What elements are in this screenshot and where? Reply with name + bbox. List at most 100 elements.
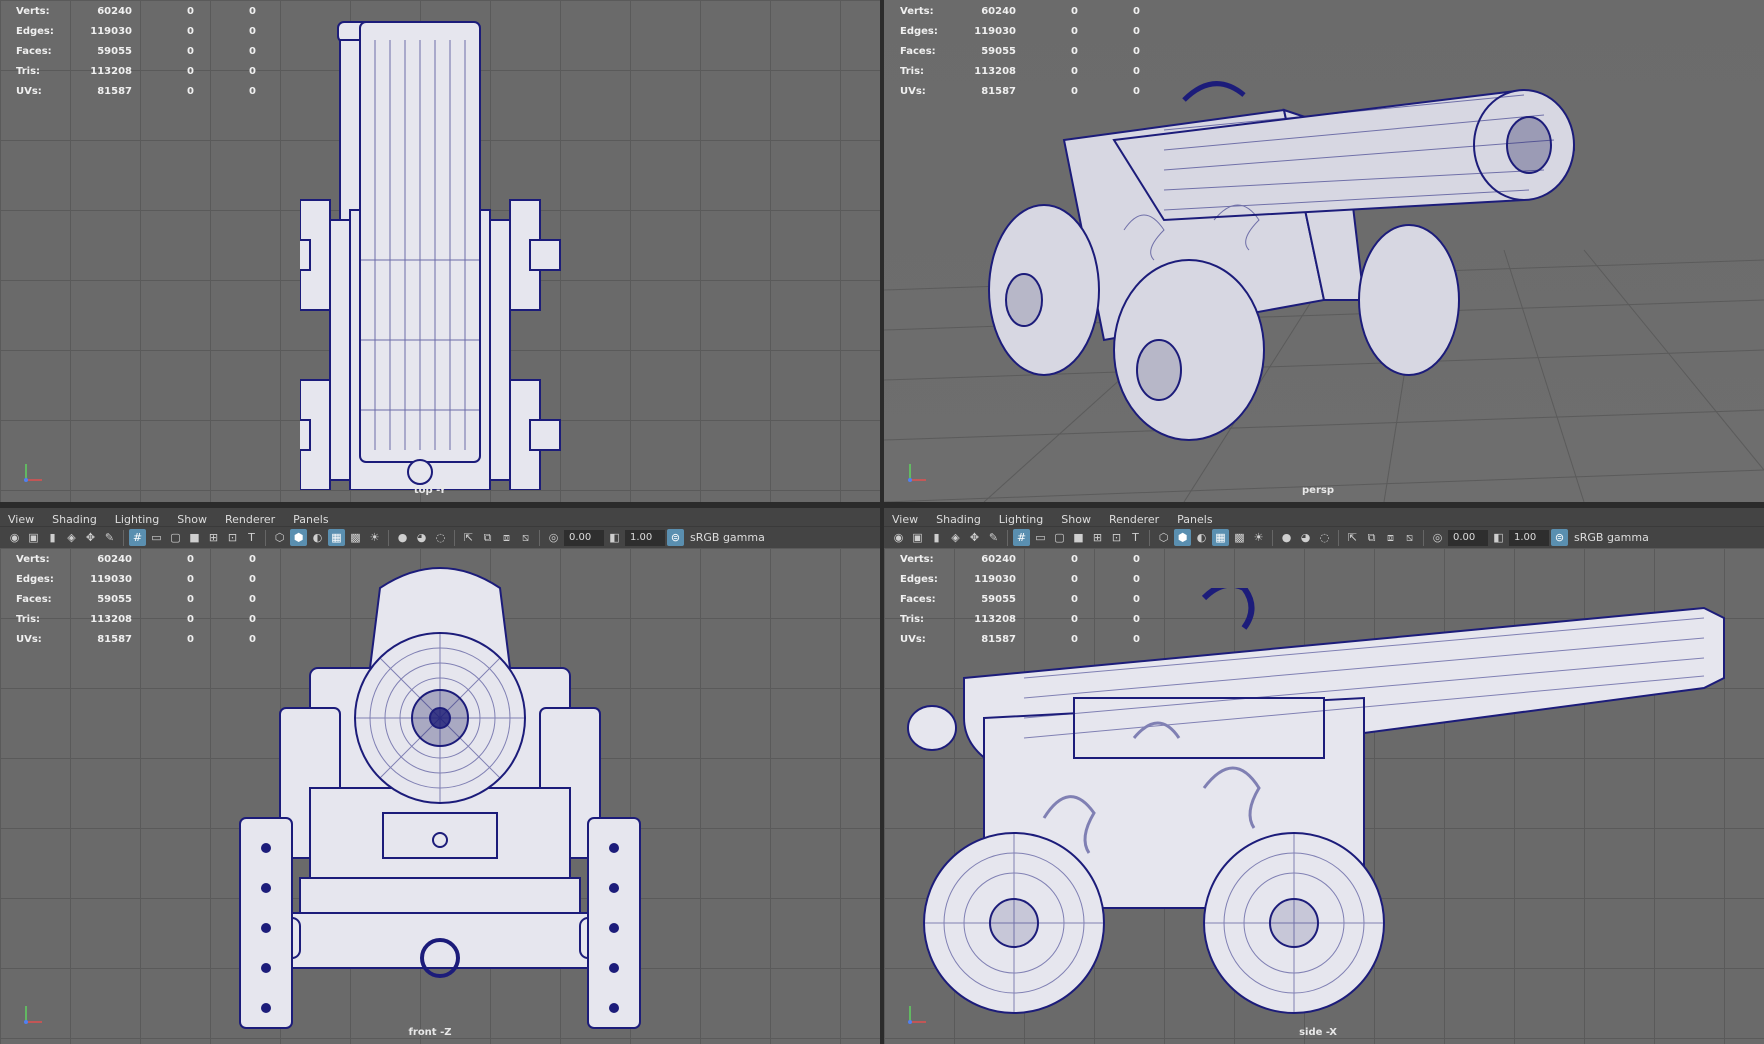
shadows-icon[interactable]: ● xyxy=(1278,529,1295,546)
ambient-occlusion-icon[interactable]: ◕ xyxy=(413,529,430,546)
menu-renderer[interactable]: Renderer xyxy=(1101,513,1169,526)
xray-icon[interactable]: ⧉ xyxy=(479,529,496,546)
viewport-top[interactable]: Verts: 60240 0 0 Edges: 119030 0 0 Faces: 59055… xyxy=(0,0,880,502)
field-chart-icon[interactable]: ⊞ xyxy=(1089,529,1106,546)
color-space-label[interactable]: sRGB gamma xyxy=(1574,531,1649,544)
menu-panels[interactable]: Panels xyxy=(1169,513,1222,526)
toolbar-separator xyxy=(539,529,540,546)
cannon-top-view[interactable] xyxy=(300,10,570,490)
camera-label: front -Z xyxy=(408,1027,452,1038)
viewport-side[interactable]: Verts: 60240 0 0 Edges: 119030 0 0 Faces: 59055… xyxy=(884,548,1764,1044)
shadows-icon[interactable]: ● xyxy=(394,529,411,546)
menu-lighting[interactable]: Lighting xyxy=(991,513,1053,526)
grid-icon[interactable]: # xyxy=(129,529,146,546)
camera-label: persp xyxy=(1302,485,1334,496)
xray-joints-icon[interactable]: ⧈ xyxy=(498,529,515,546)
ambient-occlusion-icon[interactable]: ◕ xyxy=(1297,529,1314,546)
poly-count-hud: Verts: 60240 0 0 Edges: 119030 0 0 Faces: 59055… xyxy=(16,554,256,645)
gate-mask-icon[interactable]: ■ xyxy=(1070,529,1087,546)
menu-shading[interactable]: Shading xyxy=(928,513,991,526)
film-gate-icon[interactable]: ▭ xyxy=(148,529,165,546)
toolbar-separator xyxy=(1149,529,1150,546)
bookmark-icon[interactable]: ▮ xyxy=(928,529,945,546)
cannon-persp-view[interactable] xyxy=(984,70,1624,470)
wireframe-icon[interactable]: ⬡ xyxy=(1155,529,1172,546)
camera-icon[interactable]: ◉ xyxy=(890,529,907,546)
menu-panels[interactable]: Panels xyxy=(285,513,338,526)
two-d-pan-icon[interactable]: ✥ xyxy=(966,529,983,546)
field-chart-icon[interactable]: ⊞ xyxy=(205,529,222,546)
menu-shading[interactable]: Shading xyxy=(44,513,107,526)
camera-label: top -Y xyxy=(413,485,447,496)
safe-action-icon[interactable]: ⊡ xyxy=(1108,529,1125,546)
motion-blur-icon[interactable]: ◌ xyxy=(432,529,449,546)
panel-toolbar: ◉ ▣ ▮ ◈ ✥ ✎ # ▭ ▢ ■ ⊞ ⊡ T ⬡ ⬢ ◐ ▦ ▩ ☀ ● … xyxy=(0,526,880,548)
pane-divider-horizontal[interactable] xyxy=(0,502,1764,508)
image-plane-icon[interactable]: ◈ xyxy=(63,529,80,546)
smooth-shade-icon[interactable]: ⬢ xyxy=(1174,529,1191,546)
panel-toolbar: ◉ ▣ ▮ ◈ ✥ ✎ # ▭ ▢ ■ ⊞ ⊡ T ⬡ ⬢ ◐ ▦ ▩ ☀ ● … xyxy=(884,526,1764,548)
default-material-icon[interactable]: ◐ xyxy=(309,529,326,546)
menu-lighting[interactable]: Lighting xyxy=(107,513,169,526)
resolution-gate-icon[interactable]: ▢ xyxy=(1051,529,1068,546)
isolate-select-icon[interactable]: ⇱ xyxy=(460,529,477,546)
camera-attributes-icon[interactable]: ▣ xyxy=(25,529,42,546)
grid-icon[interactable]: # xyxy=(1013,529,1030,546)
menu-view[interactable]: View xyxy=(0,513,44,526)
poly-count-hud: Verts: 60240 0 0 Edges: 119030 0 0 Faces: 59055… xyxy=(900,6,1140,97)
gate-mask-icon[interactable]: ■ xyxy=(186,529,203,546)
wireframe-icon[interactable]: ⬡ xyxy=(271,529,288,546)
color-management-icon[interactable]: ⊜ xyxy=(1551,529,1568,546)
menu-view[interactable]: View xyxy=(884,513,928,526)
wireframe-on-shaded-icon[interactable]: ▦ xyxy=(328,529,345,546)
grease-pencil-icon[interactable]: ✎ xyxy=(101,529,118,546)
viewport-front[interactable]: Verts: 60240 0 0 Edges: 119030 0 0 Faces: 59055… xyxy=(0,548,880,1044)
camera-icon[interactable]: ◉ xyxy=(6,529,23,546)
safe-title-icon[interactable]: T xyxy=(243,529,260,546)
xray-joints-icon[interactable]: ⧈ xyxy=(1382,529,1399,546)
two-d-pan-icon[interactable]: ✥ xyxy=(82,529,99,546)
gamma-field[interactable]: 1.00 xyxy=(1509,529,1549,546)
color-management-icon[interactable]: ⊜ xyxy=(667,529,684,546)
poly-count-hud: Verts: 60240 0 0 Edges: 119030 0 0 Faces: 59055… xyxy=(900,554,1140,645)
cannon-side-view[interactable] xyxy=(904,588,1744,1018)
toolbar-separator xyxy=(265,529,266,546)
exposure-icon[interactable]: ◎ xyxy=(1429,529,1446,546)
textured-icon[interactable]: ▩ xyxy=(1231,529,1248,546)
resolution-gate-icon[interactable]: ▢ xyxy=(167,529,184,546)
wireframe-on-shaded-icon[interactable]: ▦ xyxy=(1212,529,1229,546)
film-gate-icon[interactable]: ▭ xyxy=(1032,529,1049,546)
exposure-field[interactable]: 0.00 xyxy=(564,529,604,546)
gamma-icon[interactable]: ◧ xyxy=(1490,529,1507,546)
camera-attributes-icon[interactable]: ▣ xyxy=(909,529,926,546)
image-plane-icon[interactable]: ◈ xyxy=(947,529,964,546)
safe-title-icon[interactable]: T xyxy=(1127,529,1144,546)
lights-icon[interactable]: ☀ xyxy=(366,529,383,546)
gamma-icon[interactable]: ◧ xyxy=(606,529,623,546)
menu-show[interactable]: Show xyxy=(169,513,217,526)
menu-renderer[interactable]: Renderer xyxy=(217,513,285,526)
xray-active-icon[interactable]: ⧅ xyxy=(1401,529,1418,546)
xray-icon[interactable]: ⧉ xyxy=(1363,529,1380,546)
cannon-front-view[interactable] xyxy=(200,558,680,1038)
textured-icon[interactable]: ▩ xyxy=(347,529,364,546)
bookmark-icon[interactable]: ▮ xyxy=(44,529,61,546)
exposure-icon[interactable]: ◎ xyxy=(545,529,562,546)
toolbar-separator xyxy=(1423,529,1424,546)
motion-blur-icon[interactable]: ◌ xyxy=(1316,529,1333,546)
toolbar-separator xyxy=(388,529,389,546)
viewport-persp[interactable]: Verts: 60240 0 0 Edges: 119030 0 0 Faces: 59055… xyxy=(884,0,1764,502)
axis-gizmo-icon xyxy=(908,464,926,482)
lights-icon[interactable]: ☀ xyxy=(1250,529,1267,546)
color-space-label[interactable]: sRGB gamma xyxy=(690,531,765,544)
isolate-select-icon[interactable]: ⇱ xyxy=(1344,529,1361,546)
axis-gizmo-icon xyxy=(908,1006,926,1024)
menu-show[interactable]: Show xyxy=(1053,513,1101,526)
xray-active-icon[interactable]: ⧅ xyxy=(517,529,534,546)
gamma-field[interactable]: 1.00 xyxy=(625,529,665,546)
safe-action-icon[interactable]: ⊡ xyxy=(224,529,241,546)
default-material-icon[interactable]: ◐ xyxy=(1193,529,1210,546)
smooth-shade-icon[interactable]: ⬢ xyxy=(290,529,307,546)
exposure-field[interactable]: 0.00 xyxy=(1448,529,1488,546)
grease-pencil-icon[interactable]: ✎ xyxy=(985,529,1002,546)
